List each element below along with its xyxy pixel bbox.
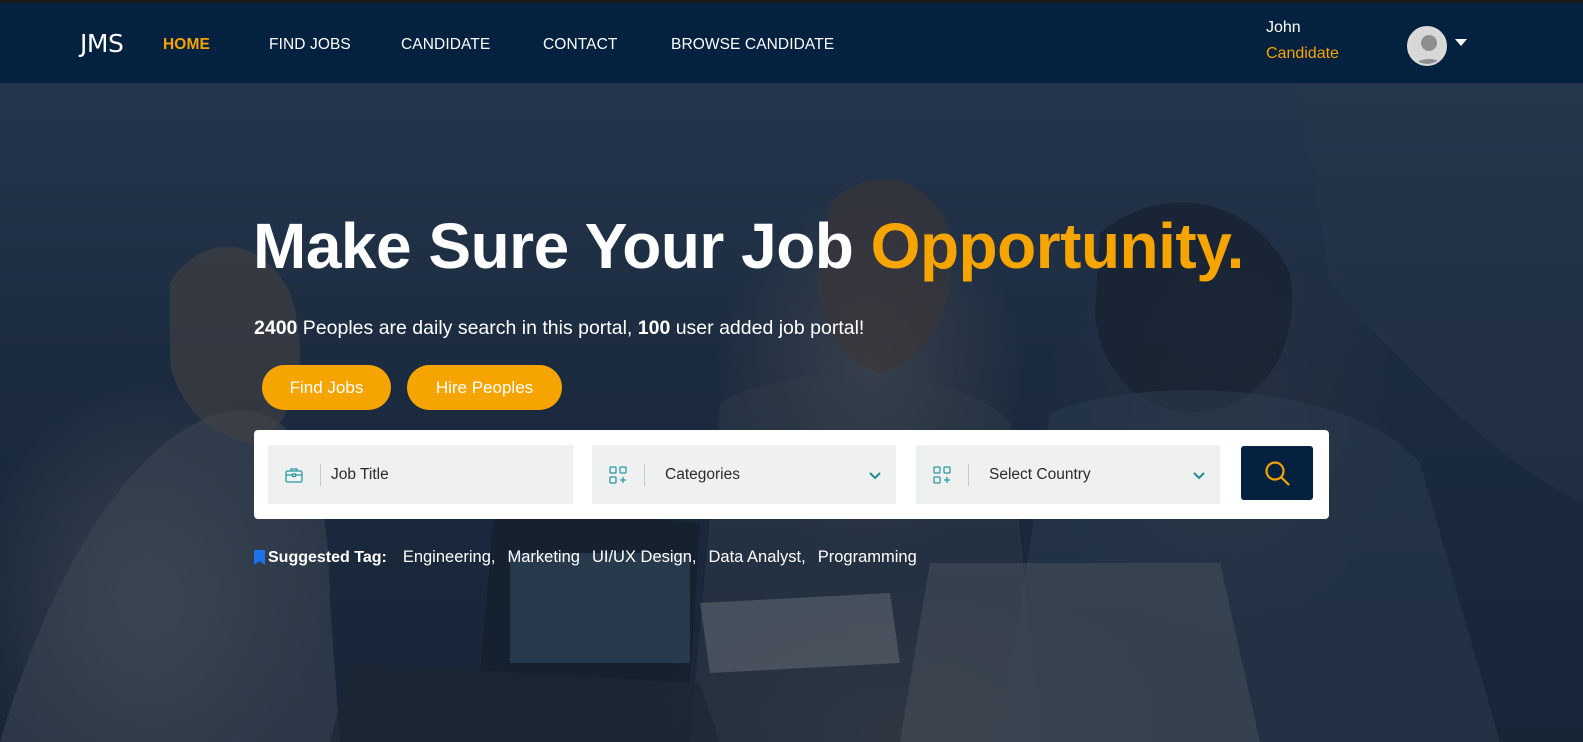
hero-overlay xyxy=(0,83,1583,742)
job-title-input[interactable]: Job Title xyxy=(268,445,573,504)
category-grid-icon xyxy=(592,445,644,504)
tag-marketing[interactable]: Marketing xyxy=(507,548,579,567)
user-menu-caret-icon[interactable] xyxy=(1455,39,1467,46)
suggested-tag-label: Suggested Tag: xyxy=(268,548,387,566)
tag-programming[interactable]: Programming xyxy=(818,548,917,567)
country-value: Select Country xyxy=(989,465,1091,483)
nav-find-jobs[interactable]: FIND JOBS xyxy=(269,36,351,54)
chevron-down-icon xyxy=(869,472,881,480)
tag-ui-ux-design[interactable]: UI/UX Design, xyxy=(592,548,697,567)
job-search-form: Job Title Categories Select Country xyxy=(254,430,1329,519)
bookmark-icon xyxy=(254,550,265,565)
chevron-down-icon xyxy=(1193,472,1205,480)
category-grid-icon xyxy=(916,445,968,504)
hero-headline: Make Sure Your Job Opportunity. xyxy=(253,210,1245,282)
hire-peoples-button[interactable]: Hire Peoples xyxy=(407,365,562,410)
suggested-tags: Suggested Tag: Engineering, Marketing UI… xyxy=(254,548,929,567)
user-name: John xyxy=(1266,19,1301,36)
find-jobs-button[interactable]: Find Jobs xyxy=(262,365,391,410)
categories-value: Categories xyxy=(665,465,740,483)
top-navbar: JMS HOME FIND JOBS CANDIDATE CONTACT BRO… xyxy=(0,0,1583,83)
country-select[interactable]: Select Country xyxy=(916,445,1220,504)
nav-browse-candidate[interactable]: BROWSE CANDIDATE xyxy=(671,36,834,54)
job-title-placeholder: Job Title xyxy=(331,465,389,483)
search-icon xyxy=(1265,461,1290,486)
tag-engineering[interactable]: Engineering, xyxy=(403,548,496,567)
user-avatar-icon[interactable] xyxy=(1407,26,1447,66)
nav-contact[interactable]: CONTACT xyxy=(543,36,617,54)
search-button[interactable] xyxy=(1241,446,1313,500)
hero-section: Make Sure Your Job Opportunity. 2400 Peo… xyxy=(0,83,1583,742)
user-role: Candidate xyxy=(1266,45,1339,62)
briefcase-icon xyxy=(268,445,320,504)
nav-candidate[interactable]: CANDIDATE xyxy=(401,36,490,54)
nav-home[interactable]: HOME xyxy=(163,36,210,54)
categories-select[interactable]: Categories xyxy=(592,445,896,504)
hero-headline-accent: Opportunity. xyxy=(870,210,1245,282)
hero-subline: 2400 Peoples are daily search in this po… xyxy=(254,317,865,339)
tag-data-analyst[interactable]: Data Analyst, xyxy=(708,548,805,567)
logo[interactable]: JMS xyxy=(80,29,124,58)
